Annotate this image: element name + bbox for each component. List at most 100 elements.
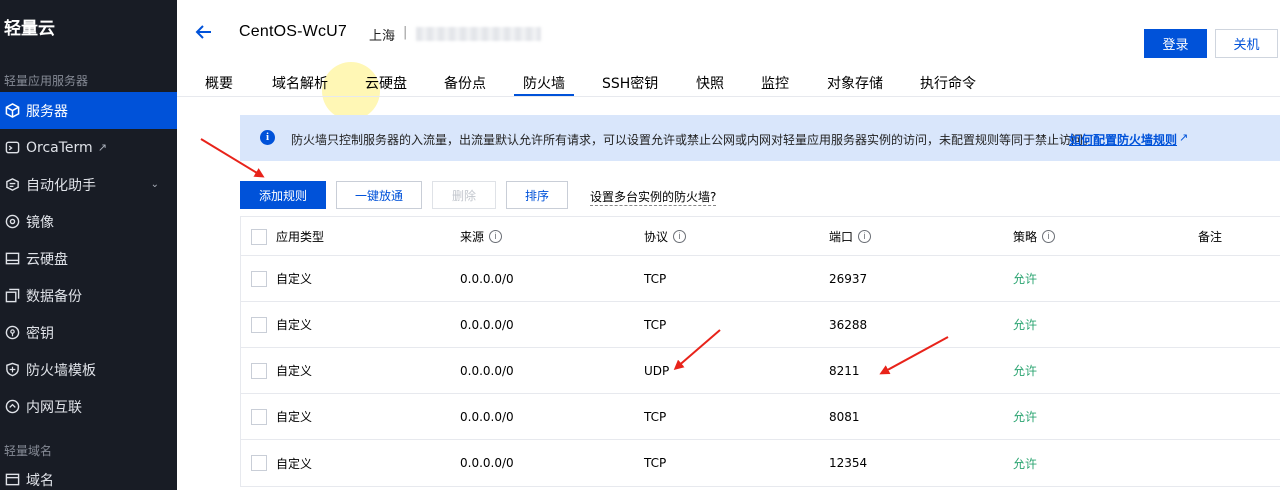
tab-overview[interactable]: 概要: [205, 73, 233, 93]
sidebar-item-servers[interactable]: 服务器: [0, 92, 177, 129]
help-icon[interactable]: i: [489, 229, 503, 243]
sidebar-item-label: 内网互联: [26, 399, 82, 416]
instance-region: 上海: [369, 29, 396, 44]
help-icon[interactable]: i: [858, 229, 872, 243]
key-icon: [4, 325, 20, 341]
assistant-icon: [4, 177, 20, 193]
info-text: 防火墙只控制服务器的入流量，出流量默认允许所有请求，可以设置允许或禁止公网或内网…: [291, 133, 1096, 147]
cell-source: 0.0.0.0/0: [460, 271, 514, 286]
column-header-port: 端口 i: [829, 217, 872, 255]
help-icon[interactable]: i: [673, 229, 687, 243]
column-header-source: 来源 i: [460, 217, 503, 255]
sidebar-item-backup[interactable]: 数据备份: [0, 277, 177, 314]
shutdown-button[interactable]: 关机: [1215, 29, 1278, 58]
cell-type: 自定义: [276, 456, 313, 471]
sidebar-item-label: 云硬盘: [26, 251, 68, 268]
sidebar-item-domain[interactable]: 域名: [0, 461, 177, 490]
tab-backup[interactable]: 备份点: [444, 73, 486, 93]
login-button[interactable]: 登录: [1144, 29, 1207, 58]
active-tab-indicator: [514, 94, 574, 96]
tab-firewall[interactable]: 防火墙: [523, 73, 565, 93]
tab-snapshots[interactable]: 快照: [696, 73, 724, 93]
back-arrow-icon[interactable]: [194, 22, 214, 42]
help-icon[interactable]: i: [1042, 229, 1056, 243]
cell-source: 0.0.0.0/0: [460, 456, 514, 470]
cell-policy: 允许: [1013, 410, 1038, 424]
sidebar-item-keys[interactable]: 密钥: [0, 314, 177, 351]
cell-type: 自定义: [276, 318, 313, 332]
column-header-note: 备注: [1198, 229, 1223, 244]
external-link-icon: ↗: [97, 141, 107, 154]
sidebar-section-title: 轻量应用服务器: [4, 74, 89, 88]
sidebar-item-label: 自动化助手: [26, 177, 96, 194]
table-header-row: 应用类型 来源 i 协议 i 端口 i 策略 i 备注: [241, 217, 1280, 256]
sidebar-item-intranet[interactable]: 内网互联: [0, 388, 177, 425]
delete-button[interactable]: 删除: [432, 181, 496, 209]
row-checkbox[interactable]: [251, 271, 267, 287]
cell-policy: 允许: [1013, 456, 1038, 471]
cell-source: 0.0.0.0/0: [460, 363, 514, 378]
cell-policy: 允许: [1013, 272, 1038, 286]
row-checkbox[interactable]: [251, 455, 267, 471]
firewall-rules-table: 应用类型 来源 i 协议 i 端口 i 策略 i 备注 自定义 0.0.0.0/0 TC…: [240, 216, 1280, 487]
backup-icon: [4, 288, 20, 304]
sidebar-section-title: 轻量域名: [4, 444, 53, 458]
header-separator: |: [403, 25, 408, 40]
table-row: 自定义 0.0.0.0/0 TCP 26937 允许: [241, 256, 1280, 302]
cell-type: 自定义: [276, 364, 313, 378]
cell-protocol: TCP: [644, 317, 667, 332]
redacted-ip: [416, 27, 541, 41]
sidebar-item-label: 镜像: [26, 214, 54, 231]
row-checkbox[interactable]: [251, 409, 267, 425]
add-rule-button[interactable]: 添加规则: [240, 181, 326, 209]
sidebar: 轻量云 轻量应用服务器 服务器 OrcaTerm ↗ 自动化助手 ⌄ 镜像 云硬…: [0, 0, 177, 490]
instance-name: CentOS-WcU7: [239, 23, 347, 40]
tab-object-storage[interactable]: 对象存储: [827, 73, 883, 93]
table-row: 自定义 0.0.0.0/0 TCP 8081 允许: [241, 394, 1280, 440]
cell-port: 12354: [829, 456, 868, 470]
sidebar-item-orcaterm[interactable]: OrcaTerm ↗: [0, 129, 177, 166]
cell-protocol: TCP: [644, 409, 667, 424]
tabs-divider: [177, 96, 1280, 97]
disc-icon: [4, 214, 20, 230]
external-link-icon[interactable]: ↗: [1179, 131, 1188, 144]
sidebar-item-label: 防火墙模板: [26, 362, 96, 379]
tab-dns[interactable]: 域名解析: [272, 73, 328, 93]
terminal-icon: [4, 140, 20, 156]
info-icon: i: [260, 130, 275, 145]
sidebar-item-label: 密钥: [26, 325, 54, 342]
sidebar-item-label: OrcaTerm: [26, 139, 93, 156]
tab-monitoring[interactable]: 监控: [761, 73, 789, 93]
firewall-help-link[interactable]: 如何配置防火墙规则: [1069, 131, 1177, 148]
domain-icon: [4, 472, 20, 488]
cell-port: 36288: [829, 317, 868, 332]
disk-icon: [4, 251, 20, 267]
cell-protocol: TCP: [644, 456, 667, 470]
column-header-protocol: 协议 i: [644, 217, 687, 255]
row-checkbox[interactable]: [251, 317, 267, 333]
cell-port: 8211: [829, 363, 860, 378]
sidebar-item-cloud-disk[interactable]: 云硬盘: [0, 240, 177, 277]
cell-policy: 允许: [1013, 318, 1038, 332]
multi-instance-firewall-link[interactable]: 设置多台实例的防火墙?: [590, 188, 717, 206]
sidebar-item-images[interactable]: 镜像: [0, 203, 177, 240]
sidebar-item-firewall-templates[interactable]: 防火墙模板: [0, 351, 177, 388]
select-all-checkbox[interactable]: [251, 229, 267, 245]
row-checkbox[interactable]: [251, 363, 267, 379]
tab-ssh-keys[interactable]: SSH密钥: [602, 73, 658, 93]
sidebar-item-label: 数据备份: [26, 288, 82, 305]
tab-cloud-disk[interactable]: 云硬盘: [365, 73, 407, 93]
cube-icon: [4, 103, 20, 119]
tab-run-command[interactable]: 执行命令: [920, 73, 976, 93]
cell-source: 0.0.0.0/0: [460, 317, 514, 332]
cell-policy: 允许: [1013, 364, 1038, 378]
cell-protocol: UDP: [644, 363, 670, 378]
cell-port: 8081: [829, 409, 860, 424]
table-row: 自定义 0.0.0.0/0 TCP 36288 允许: [241, 302, 1280, 348]
one-click-open-button[interactable]: 一键放通: [336, 181, 422, 209]
sidebar-item-label: 服务器: [26, 103, 68, 120]
sort-button[interactable]: 排序: [506, 181, 568, 209]
cell-source: 0.0.0.0/0: [460, 409, 514, 424]
sidebar-item-automation[interactable]: 自动化助手 ⌄: [0, 166, 177, 203]
cell-port: 26937: [829, 271, 868, 286]
